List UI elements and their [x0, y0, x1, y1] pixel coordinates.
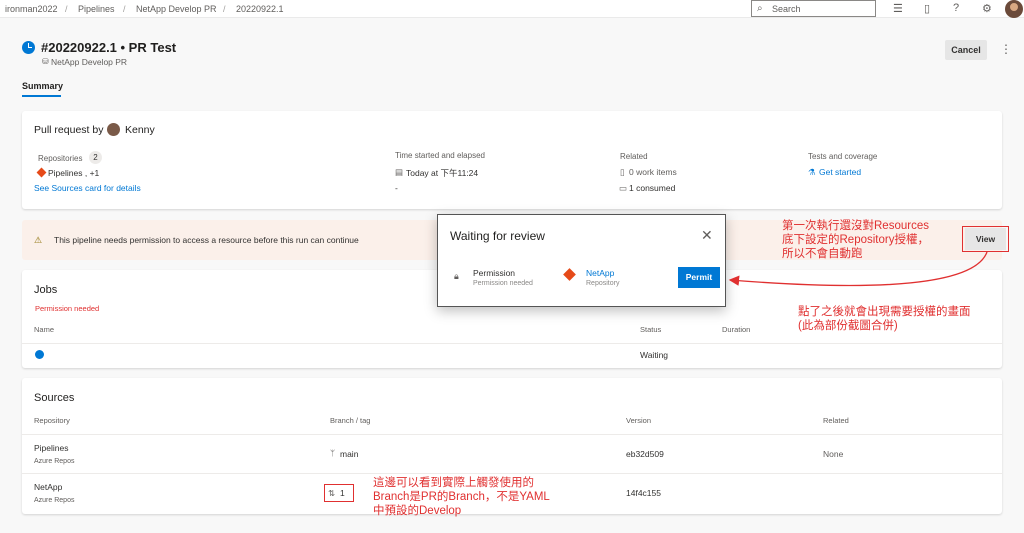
annotation-line: 所以不會自動跑 — [782, 248, 863, 260]
annotation-line: (此為部份截圖合併) — [798, 320, 898, 332]
annotation-line: 第一次執行還沒對Resources — [782, 220, 929, 232]
annotation-line: Branch是PR的Branch，不是YAML — [373, 491, 550, 503]
annotation-line: 中預設的Develop — [373, 505, 462, 517]
annotation-note-branch: 這邊可以看到實際上觸發使用的 Branch是PR的Branch，不是YAML 中… — [373, 476, 550, 518]
annotation-note-resources: 第一次執行還沒對Resources 底下設定的Repository授權， 所以不… — [782, 219, 929, 261]
annotation-line: 點了之後就會出現需要授權的畫面 — [798, 306, 971, 318]
annotation-line: 這邊可以看到實際上觸發使用的 — [373, 477, 534, 489]
annotation-line: 底下設定的Repository授權， — [782, 234, 929, 246]
annotation-arrows — [728, 251, 988, 287]
annotation-note-permission: 點了之後就會出現需要授權的畫面 (此為部份截圖合併) — [798, 305, 971, 333]
